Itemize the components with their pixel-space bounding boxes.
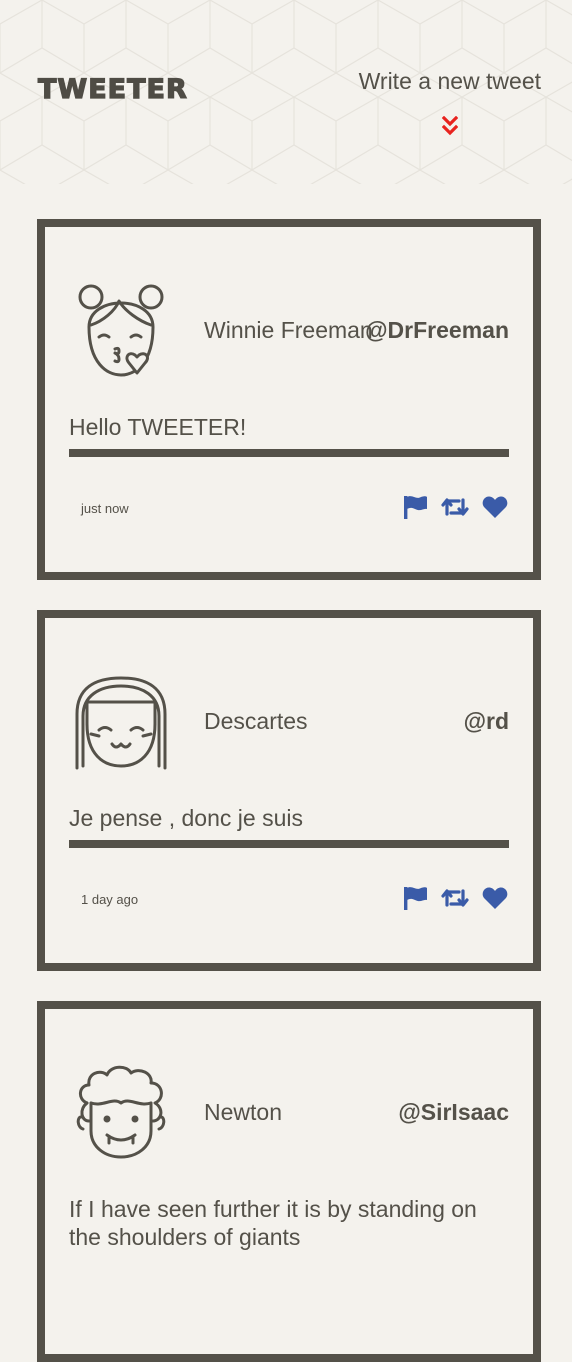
tweet-card: Winnie Freeman @DrFreeman Hello TWEETER!… bbox=[37, 219, 541, 580]
flag-icon[interactable] bbox=[401, 884, 429, 912]
double-chevron-down-icon[interactable] bbox=[441, 116, 458, 136]
tweet-actions bbox=[401, 493, 509, 521]
tweet-author-name: Descartes bbox=[204, 708, 308, 734]
tweet-author-handle: @SirIsaac bbox=[398, 1099, 509, 1125]
tweet-timestamp: 1 day ago bbox=[81, 892, 139, 907]
tweet-author-handle: @rd bbox=[463, 708, 509, 734]
tweet-header: Descartes @rd bbox=[69, 668, 509, 772]
tweet-text: Hello TWEETER! bbox=[69, 414, 247, 440]
flag-icon[interactable] bbox=[401, 493, 429, 521]
tweet-card: Newton @SirIsaac If I have seen further … bbox=[37, 1001, 541, 1362]
tweet-divider bbox=[69, 840, 509, 848]
compose-toggle[interactable]: Write a new tweet bbox=[359, 66, 541, 136]
retweet-icon[interactable] bbox=[441, 493, 469, 521]
tweet-author-name: Newton bbox=[204, 1099, 282, 1125]
tweet-author-handle: @DrFreeman bbox=[365, 317, 509, 343]
tweet-text: Je pense , donc je suis bbox=[69, 805, 303, 831]
tweet-timestamp: just now bbox=[81, 501, 129, 516]
tweet-actions bbox=[401, 884, 509, 912]
tweet-card: Descartes @rd Je pense , donc je suis 1 … bbox=[37, 610, 541, 971]
tweet-divider bbox=[69, 449, 509, 457]
tweet-author-name: Winnie Freeman bbox=[204, 317, 373, 343]
heart-icon[interactable] bbox=[481, 884, 509, 912]
curly-hair-avatar-icon bbox=[69, 1059, 173, 1163]
brand-logo[interactable]: TWEETER bbox=[37, 73, 188, 105]
tweet-header: Newton @SirIsaac bbox=[69, 1059, 509, 1163]
heart-icon[interactable] bbox=[481, 493, 509, 521]
girl-kiss-avatar-icon bbox=[69, 277, 173, 381]
retweet-icon[interactable] bbox=[441, 884, 469, 912]
girl-smile-avatar-icon bbox=[69, 668, 173, 772]
compose-label[interactable]: Write a new tweet bbox=[359, 66, 541, 96]
top-nav: TWEETER Write a new tweet bbox=[0, 0, 572, 184]
tweet-header: Winnie Freeman @DrFreeman bbox=[69, 277, 509, 381]
tweet-text: If I have seen further it is by standing… bbox=[69, 1196, 477, 1250]
